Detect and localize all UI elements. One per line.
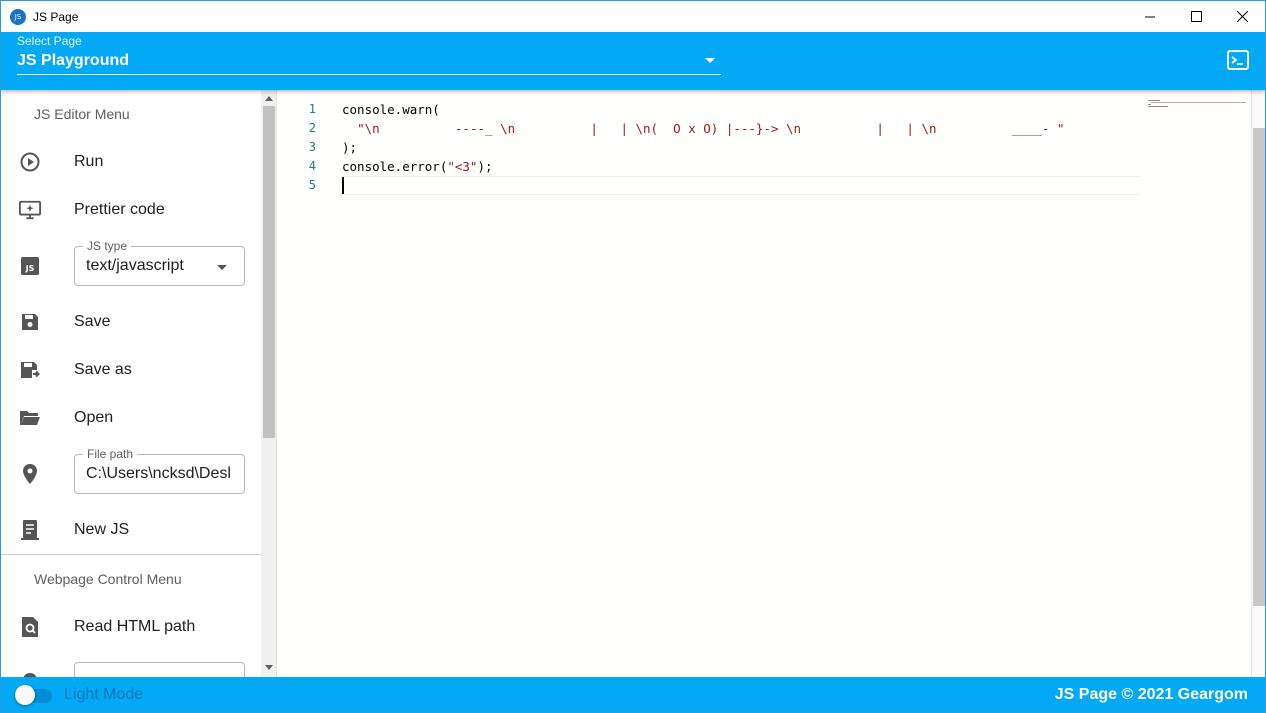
js-file-icon: JS [19,255,41,277]
light-mode-label: Light Mode [64,686,144,703]
editor-minimap[interactable] [1146,98,1250,118]
html-path-input[interactable] [74,662,245,677]
light-mode-toggle-thumb[interactable] [15,685,35,705]
code-token: ); [342,140,358,155]
scroll-up-icon[interactable] [265,96,273,101]
editor-scroll-thumb[interactable] [1253,128,1265,606]
page-select-value: JS Playground [17,52,130,69]
file-search-icon [19,616,41,638]
sidebar-item-js-type: JS JS type text/javascript [1,234,261,298]
code-string: "<3" [447,159,478,174]
terminal-icon [1227,50,1249,70]
file-path-input[interactable]: File path C:\Users\ncksd\Desl [74,447,245,494]
sidebar-item-html-path [1,651,261,677]
file-path-legend: File path [83,447,138,461]
minimize-icon [1144,16,1155,18]
app-header: Select Page JS Playground [1,32,1265,90]
sidebar-item-label: New JS [74,521,130,538]
code-token: ); [477,159,493,174]
page-select-label: Select Page [17,34,82,48]
new-file-icon [19,519,41,541]
close-icon [1236,11,1248,22]
terminal-button[interactable] [1227,50,1249,70]
close-button[interactable] [1219,1,1265,32]
minimap-line [1148,106,1168,107]
svg-text:JS: JS [25,264,35,273]
code-string: "\n ----_ \n | | \n( O x O) |---}-> \n |… [357,121,1065,136]
code-token: console.error( [342,159,448,174]
sidebar-item-run[interactable]: Run [1,138,261,186]
copyright-text: JS Page © 2021 Geargom [1054,686,1248,703]
app-window: JS JS Page Select Page JS Playground JS … [0,0,1266,713]
sidebar-item-label: Save as [74,361,132,378]
sidebar-scroll-thumb[interactable] [263,106,275,438]
minimap-line [1148,100,1160,101]
sidebar-item-new-js[interactable]: New JS [1,506,261,554]
code-editor[interactable]: 1 2 3 4 5 console.warn( "\n ----_ \n | |… [278,90,1265,677]
maximize-button[interactable] [1173,1,1219,32]
line-number: 3 [308,140,316,154]
line-number: 1 [308,102,316,116]
sidebar-item-save-as[interactable]: Save as [1,346,261,394]
code-line: ); [342,138,1142,157]
sidebar-item-label: Run [74,153,104,170]
code-line: "\n ----_ \n | | \n( O x O) |---}-> \n |… [342,119,1142,138]
js-editor-menu-title: JS Editor Menu [34,106,130,122]
sidebar-item-label: Read HTML path [74,618,196,635]
js-type-value: text/javascript [86,257,184,274]
play-circle-icon [19,151,41,173]
code-token: console.warn( [342,102,440,117]
js-type-legend: JS type [83,239,132,253]
app-footer: Light Mode JS Page © 2021 Geargom [1,677,1265,712]
folder-open-icon [19,407,41,429]
editor-scrollbar[interactable] [1251,90,1265,677]
window-title: JS Page [33,9,79,24]
sidebar-item-prettier[interactable]: Prettier code [1,186,261,234]
sidebar-item-open[interactable]: Open [1,394,261,442]
sidebar-item-file-path: File path C:\Users\ncksd\Desl [1,442,261,506]
text-cursor [342,177,344,194]
title-bar: JS JS Page [1,1,1265,32]
js-type-select[interactable]: JS type text/javascript [74,239,245,286]
sidebar-scrollbar[interactable] [261,90,276,677]
webpage-control-menu-title: Webpage Control Menu [34,571,182,587]
sidebar-item-save[interactable]: Save [1,298,261,346]
maximize-icon [1190,11,1202,22]
chevron-down-icon [217,265,227,270]
save-as-icon [19,359,41,381]
monitor-sparkle-icon [19,199,41,221]
scroll-down-icon[interactable] [265,665,273,670]
sidebar-item-label: Open [74,409,114,426]
minimap-line [1150,102,1246,103]
minimap-line [1148,104,1151,105]
chevron-down-icon [705,58,715,63]
line-number: 5 [308,178,316,192]
page-select[interactable]: Select Page JS Playground [17,32,721,75]
code-line: console.error("<3"); [342,157,1142,176]
line-number-gutter: 1 2 3 4 5 [278,100,328,195]
sidebar-item-label: Prettier code [74,201,165,218]
line-number: 4 [308,159,316,173]
app-logo-icon: JS [10,8,26,25]
save-icon [19,311,41,333]
code-lines[interactable]: console.warn( "\n ----_ \n | | \n( O x O… [342,100,1142,195]
file-path-value: C:\Users\ncksd\Desl [86,465,231,482]
line-number: 2 [308,121,316,135]
sidebar-item-read-html[interactable]: Read HTML path [1,603,261,651]
sidebar-item-label: Save [74,313,111,330]
minimize-button[interactable] [1127,1,1173,32]
location-pin-icon [19,463,41,485]
code-line: console.warn( [342,100,1142,119]
window-controls [1127,1,1265,32]
sidebar-menu: JS Editor Menu Run Prettier code JS JS t… [1,90,261,677]
sidebar: JS Editor Menu Run Prettier code JS JS t… [1,90,277,677]
